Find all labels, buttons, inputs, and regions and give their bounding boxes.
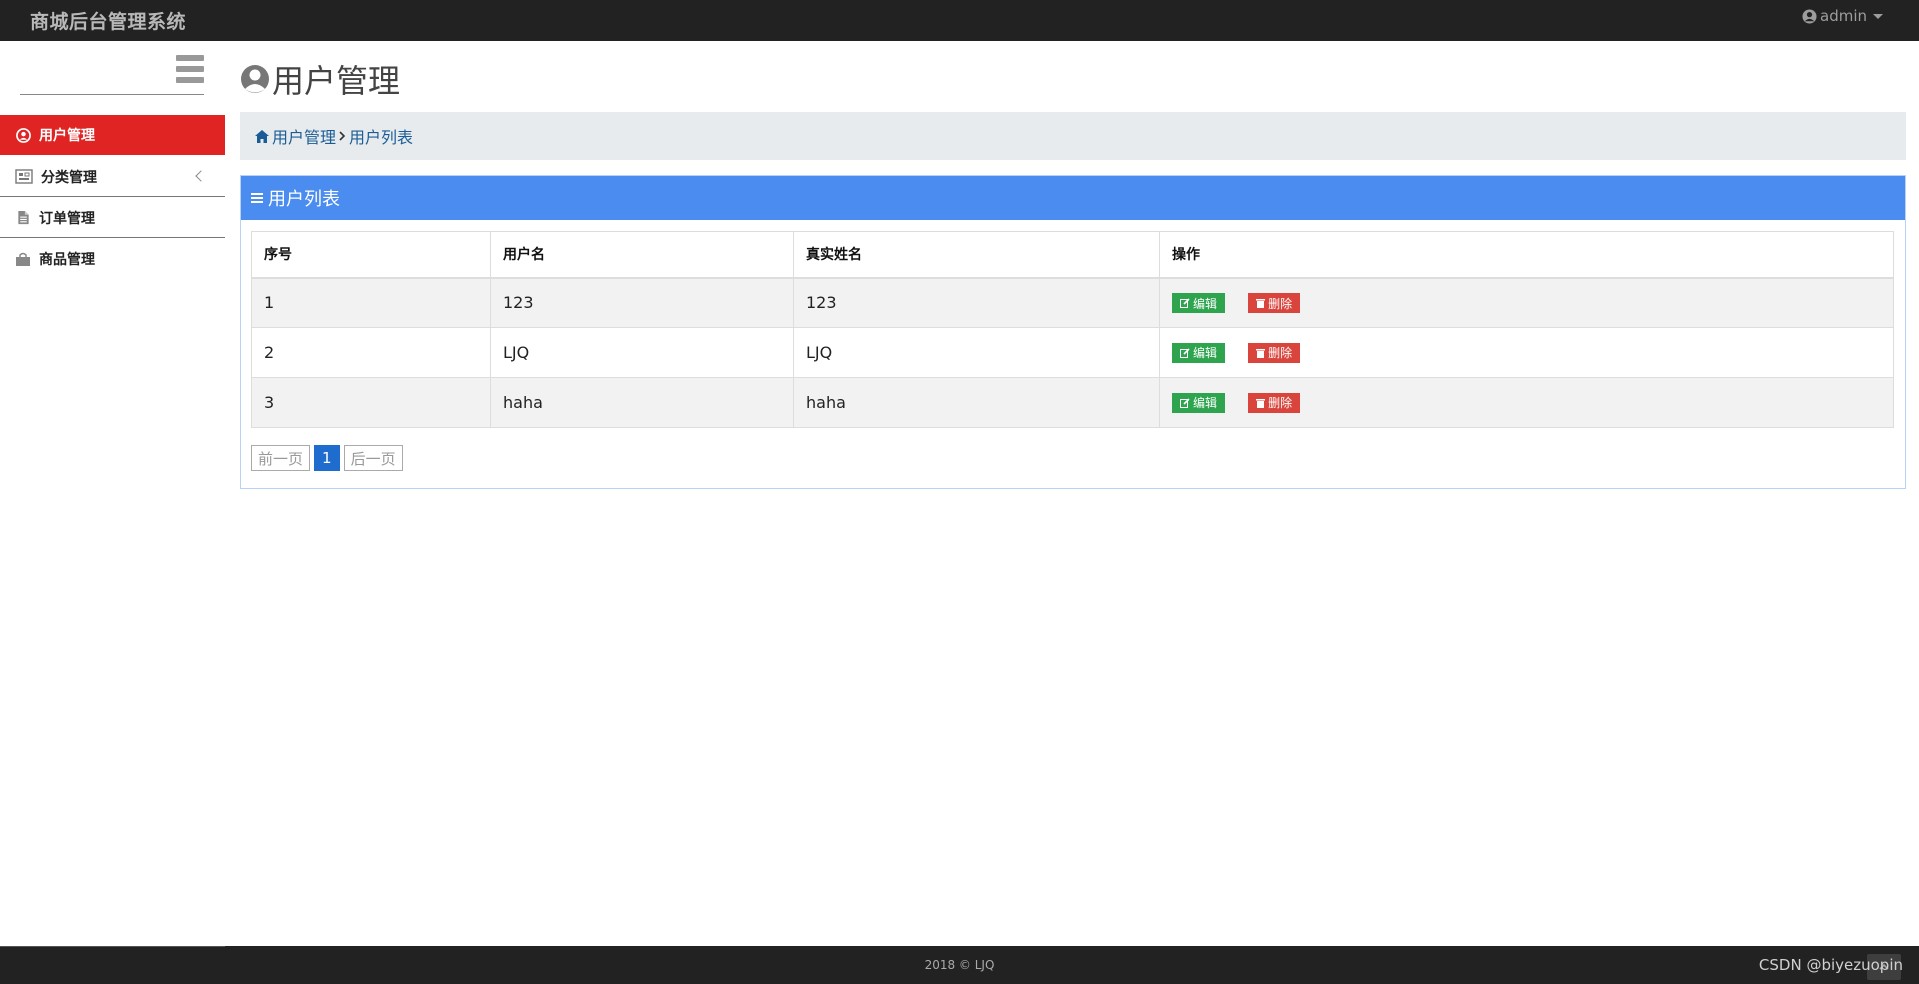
panel-heading: 用户列表 — [241, 176, 1905, 220]
username-label: admin — [1820, 7, 1867, 25]
sidebar-item-categories[interactable]: 分类管理 — [0, 157, 225, 197]
edit-label: 编辑 — [1193, 296, 1218, 311]
cell-actions: 编辑 删除 — [1159, 327, 1894, 378]
table-row: 3 haha haha 编辑 删除 — [251, 377, 1894, 428]
trash-icon — [1256, 398, 1266, 408]
shopping-bag-icon — [15, 251, 31, 267]
delete-label: 删除 — [1268, 346, 1293, 361]
trash-icon — [1256, 348, 1266, 358]
watermark-text: CSDN @biyezuopin — [1758, 956, 1903, 974]
sidebar-item-label: 商品管理 — [39, 252, 95, 268]
edit-icon — [1180, 398, 1190, 408]
category-icon — [15, 168, 33, 185]
cell-actions: 编辑 删除 — [1159, 277, 1894, 328]
user-circle-icon — [1802, 8, 1817, 24]
delete-button[interactable]: 删除 — [1248, 392, 1301, 413]
panel-title: 用户列表 — [268, 189, 340, 210]
cell-index: 2 — [251, 327, 491, 378]
cell-actions: 编辑 删除 — [1159, 377, 1894, 428]
home-icon — [255, 129, 269, 143]
table-row: 1 123 123 编辑 删除 — [251, 277, 1894, 328]
prev-page-button[interactable]: 前一页 — [251, 445, 311, 471]
breadcrumb-item-user-list[interactable]: 用户列表 — [349, 124, 413, 148]
user-menu[interactable]: admin — [1802, 6, 1883, 26]
trash-icon — [1256, 299, 1266, 308]
cell-realname: haha — [793, 377, 1160, 428]
user-circle-icon — [241, 65, 269, 93]
top-navbar: 商城后台管理系统 admin — [0, 0, 1919, 41]
column-header-realname: 真实姓名 — [793, 231, 1160, 279]
sidebar-search-field[interactable] — [20, 52, 204, 95]
page-number-button[interactable]: 1 — [314, 445, 340, 471]
user-circle-icon — [15, 127, 31, 143]
chevron-right-icon — [339, 131, 346, 141]
document-icon — [15, 210, 31, 226]
edit-button[interactable]: 编辑 — [1172, 293, 1226, 313]
chevron-left-icon — [195, 170, 207, 182]
copyright-text: 2018 © LJQ — [924, 958, 995, 972]
cell-realname: LJQ — [793, 327, 1160, 378]
brand-title[interactable]: 商城后台管理系统 — [30, 7, 186, 34]
column-header-actions: 操作 — [1159, 231, 1894, 279]
cell-username: haha — [490, 377, 794, 428]
edit-icon — [1180, 298, 1190, 308]
cell-realname: 123 — [793, 277, 1160, 328]
list-icon — [251, 193, 263, 203]
pagination: 前一页 1 后一页 — [251, 444, 403, 472]
breadcrumb-item-users[interactable]: 用户管理 — [272, 124, 336, 148]
cell-username: LJQ — [490, 327, 794, 378]
sidebar-item-orders[interactable]: 订单管理 — [0, 198, 225, 238]
cell-index: 1 — [251, 277, 491, 328]
sidebar-item-label: 用户管理 — [39, 128, 95, 144]
column-header-username: 用户名 — [490, 231, 794, 279]
user-list-panel: 用户列表 序号 用户名 真实姓名 操作 1 123 123 编辑 删除 2 LJ… — [240, 175, 1906, 489]
edit-button[interactable]: 编辑 — [1172, 342, 1226, 363]
menu-toggle-icon[interactable] — [176, 55, 204, 83]
edit-button[interactable]: 编辑 — [1172, 392, 1226, 413]
delete-button[interactable]: 删除 — [1248, 342, 1301, 363]
delete-button[interactable]: 删除 — [1248, 293, 1301, 313]
delete-label: 删除 — [1268, 396, 1293, 411]
cell-username: 123 — [490, 277, 794, 328]
sidebar-item-label: 分类管理 — [41, 169, 97, 186]
sidebar-item-users[interactable]: 用户管理 — [0, 115, 225, 155]
edit-label: 编辑 — [1193, 396, 1218, 411]
cell-index: 3 — [251, 377, 491, 428]
next-page-button[interactable]: 后一页 — [343, 445, 403, 471]
sidebar: 用户管理 分类管理 订单管理 商品管理 — [0, 41, 225, 947]
sidebar-divider — [0, 946, 225, 947]
sidebar-item-label: 订单管理 — [39, 210, 95, 227]
edit-icon — [1180, 348, 1190, 358]
sidebar-item-products[interactable]: 商品管理 — [0, 239, 225, 279]
footer: 2018 © LJQ CSDN @biyezuopin — [0, 946, 1919, 984]
edit-label: 编辑 — [1193, 346, 1218, 361]
table-header-row: 序号 用户名 真实姓名 操作 — [251, 231, 1894, 279]
page-title: 用户管理 — [240, 60, 400, 100]
page-title-text: 用户管理 — [272, 62, 401, 100]
breadcrumb: 用户管理 用户列表 — [240, 112, 1906, 160]
caret-down-icon — [1873, 13, 1883, 19]
users-table: 序号 用户名 真实姓名 操作 1 123 123 编辑 删除 2 LJQ LJQ… — [251, 231, 1894, 428]
column-header-index: 序号 — [251, 231, 491, 279]
table-row: 2 LJQ LJQ 编辑 删除 — [251, 327, 1894, 378]
delete-label: 删除 — [1268, 296, 1293, 311]
